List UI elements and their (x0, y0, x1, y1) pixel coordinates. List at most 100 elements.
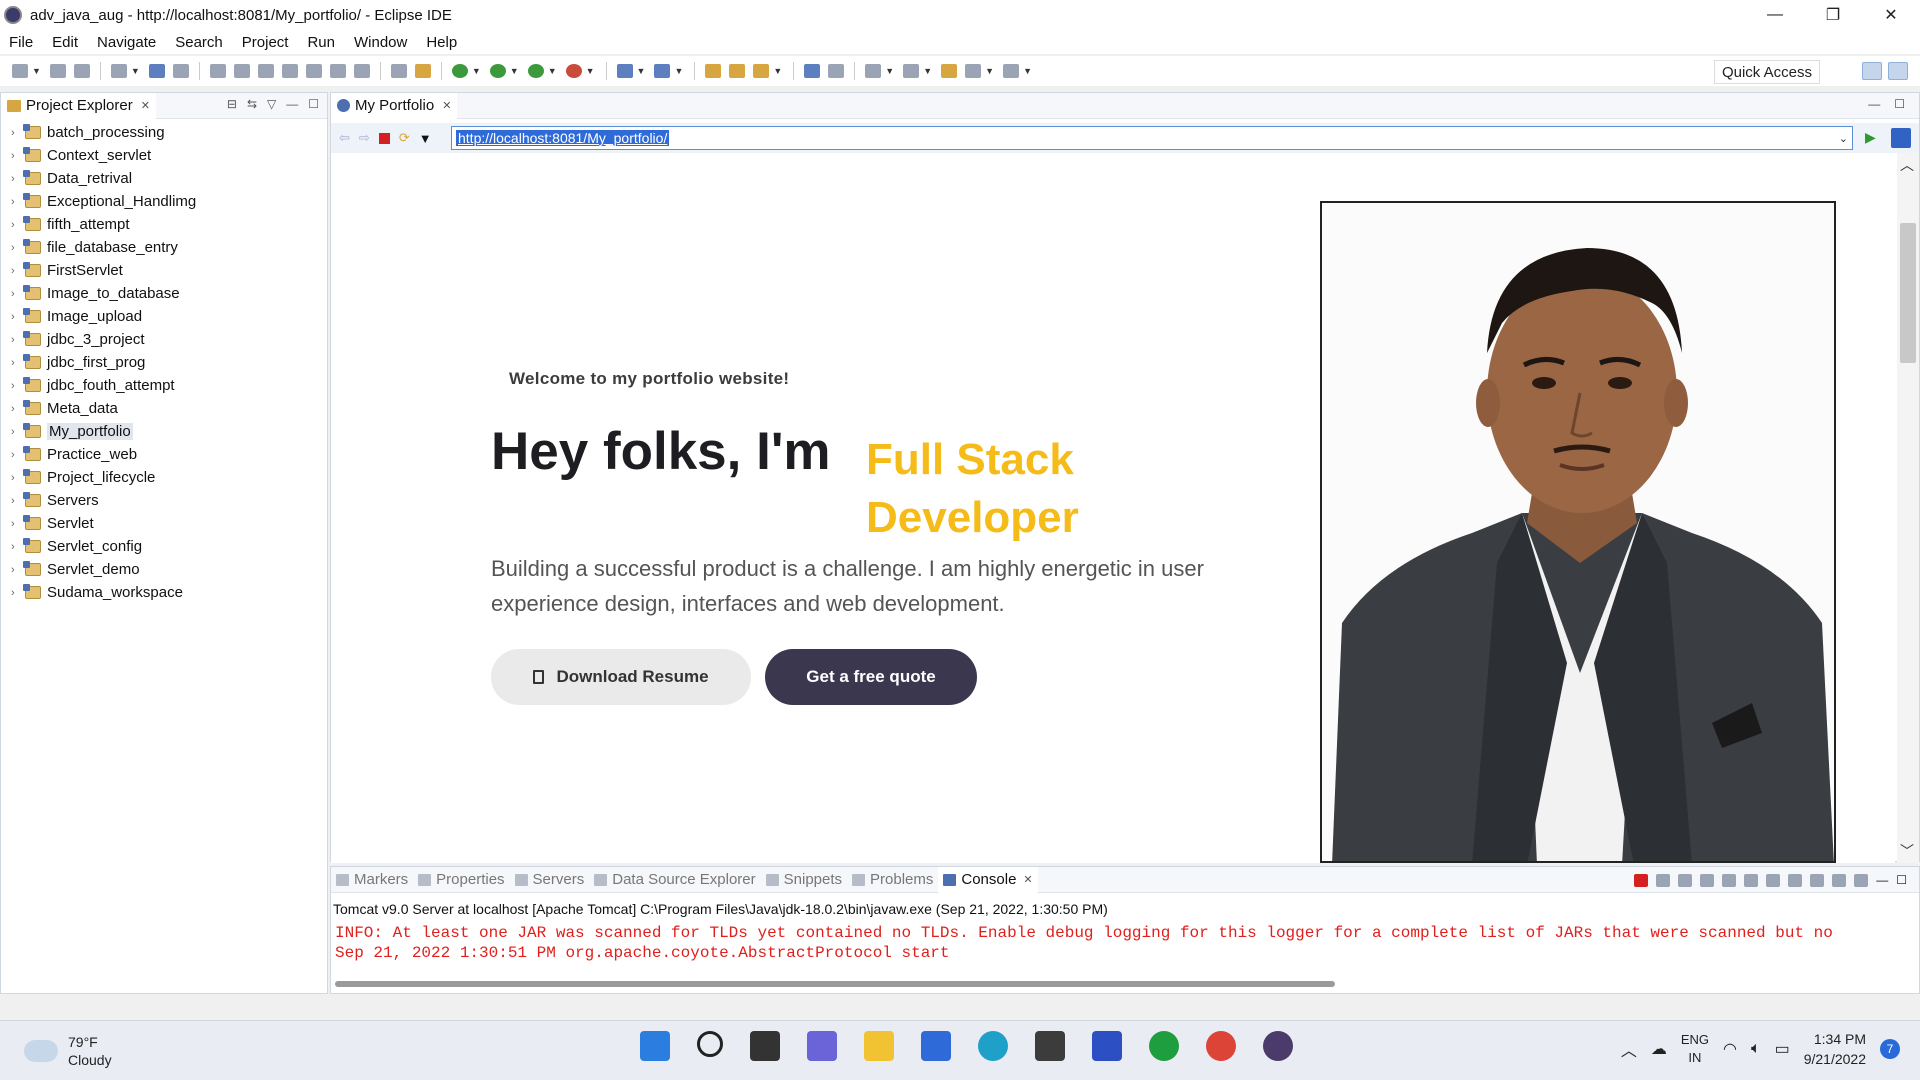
open-console-icon[interactable] (1854, 873, 1869, 887)
remove-all-icon[interactable] (1678, 873, 1693, 887)
console-output[interactable]: INFO: At least one JAR was scanned for T… (335, 923, 1895, 965)
tree-item[interactable]: › Servers (1, 489, 327, 512)
last-edit-icon[interactable] (941, 64, 958, 78)
menu-run[interactable]: Run (307, 34, 335, 51)
run-icon[interactable] (489, 64, 506, 78)
save-all-icon[interactable] (73, 64, 90, 78)
clear-console-icon[interactable] (1700, 873, 1715, 887)
language-indicator[interactable]: ENG IN (1681, 1031, 1709, 1067)
globe-icon[interactable] (804, 64, 821, 78)
scroll-lock-icon[interactable] (1722, 873, 1737, 887)
tree-item[interactable]: › fifth_attempt (1, 213, 327, 236)
tree-item[interactable]: › file_database_entry (1, 236, 327, 259)
close-button[interactable]: ✕ (1862, 0, 1920, 30)
forward-arrow-icon[interactable]: ⇨ (359, 130, 370, 146)
debug-icon[interactable] (451, 64, 468, 78)
menu-file[interactable]: File (9, 34, 33, 51)
minimize-button[interactable]: — (1746, 0, 1804, 30)
chevron-down-icon[interactable]: ▼ (548, 66, 557, 76)
tree-item[interactable]: › Servlet_demo (1, 558, 327, 581)
suspend-icon[interactable] (233, 64, 250, 78)
maximize-icon[interactable]: ☐ (308, 97, 319, 111)
code-icon[interactable] (414, 64, 431, 78)
refresh-icon[interactable]: ⟳ (399, 130, 410, 146)
task-view-icon[interactable] (750, 1031, 780, 1061)
chevron-down-icon[interactable]: ▼ (472, 66, 481, 76)
tree-item[interactable]: › batch_processing (1, 121, 327, 144)
minimize-icon[interactable]: — (1868, 97, 1880, 111)
tree-item[interactable]: › jdbc_3_project (1, 328, 327, 351)
chevron-down-icon[interactable]: ▼ (131, 66, 140, 76)
page-scrollbar[interactable]: ︿ ﹀ (1897, 153, 1919, 863)
show-stderr-icon[interactable] (1788, 873, 1803, 887)
step-return-icon[interactable] (353, 64, 370, 78)
tab-snippets[interactable]: Snippets (761, 867, 847, 893)
teams-chat-icon[interactable] (807, 1031, 837, 1061)
pin-editor-icon[interactable] (828, 64, 845, 78)
chevron-up-icon[interactable]: ︿ (1621, 1037, 1637, 1061)
onedrive-icon[interactable]: ☁ (1651, 1039, 1667, 1059)
menu-edit[interactable]: Edit (52, 34, 78, 51)
chevron-down-icon[interactable]: ▼ (32, 66, 41, 76)
show-stdout-icon[interactable] (1766, 873, 1781, 887)
close-icon[interactable]: ✕ (442, 99, 451, 112)
chevron-up-icon[interactable]: ︿ (1900, 155, 1914, 175)
tab-console[interactable]: Console ✕ (938, 866, 1038, 893)
menu-help[interactable]: Help (426, 34, 457, 51)
coverage-icon[interactable] (527, 64, 544, 78)
go-icon[interactable]: ▶ (1865, 129, 1876, 146)
tab-markers[interactable]: Markers (331, 867, 413, 893)
step-into-icon[interactable] (305, 64, 322, 78)
chevron-down-icon[interactable]: ▼ (674, 66, 683, 76)
chevron-down-icon[interactable]: ▼ (773, 66, 782, 76)
link-editor-icon[interactable]: ⇆ (247, 97, 257, 111)
file-explorer-icon[interactable] (864, 1031, 894, 1061)
open-task-icon[interactable] (729, 64, 746, 78)
word-wrap-icon[interactable] (1744, 873, 1759, 887)
chevron-down-icon[interactable]: ⌄ (1839, 132, 1848, 145)
menu-navigate[interactable]: Navigate (97, 34, 156, 51)
tree-item[interactable]: › Project_lifecycle (1, 466, 327, 489)
chevron-down-icon[interactable]: ▼ (1023, 66, 1032, 76)
new-server-icon[interactable] (616, 64, 633, 78)
tab-project-explorer[interactable]: Project Explorer ✕ (1, 92, 156, 119)
remove-launch-icon[interactable] (1656, 873, 1671, 887)
chevron-down-icon[interactable]: ▼ (637, 66, 646, 76)
xbox-icon[interactable] (1149, 1031, 1179, 1061)
tab-properties[interactable]: Properties (413, 867, 509, 893)
stop-icon[interactable] (378, 132, 390, 144)
clock[interactable]: 1:34 PM 9/21/2022 (1804, 1029, 1866, 1069)
chevron-down-icon[interactable]: ▼ (419, 131, 432, 146)
debug-step-icon[interactable] (172, 64, 189, 78)
disconnect-icon[interactable] (281, 64, 298, 78)
maximize-icon[interactable]: ☐ (1896, 873, 1907, 887)
tab-my-portfolio[interactable]: My Portfolio ✕ (331, 92, 458, 119)
minimize-icon[interactable]: — (286, 97, 298, 111)
new-icon[interactable] (12, 64, 28, 78)
tab-servers[interactable]: Servers (510, 867, 590, 893)
use-step-filters-icon[interactable] (390, 64, 407, 78)
tree-item[interactable]: › Practice_web (1, 443, 327, 466)
tree-item[interactable]: › Meta_data (1, 397, 327, 420)
console-horizontal-scrollbar[interactable] (335, 981, 1335, 987)
open-perspective-icon[interactable] (1862, 62, 1882, 80)
chrome-icon[interactable] (1206, 1031, 1236, 1061)
battery-icon[interactable]: ▭ (1775, 1039, 1790, 1059)
tree-item[interactable]: › jdbc_fouth_attempt (1, 374, 327, 397)
previous-annotation-icon[interactable] (903, 64, 920, 78)
download-resume-button[interactable]: Download Resume (491, 649, 751, 705)
terminate-icon[interactable] (1634, 873, 1649, 887)
tree-item[interactable]: › Sudama_workspace (1, 581, 327, 604)
maximize-icon[interactable]: ☐ (1894, 97, 1905, 111)
skip-breakpoints-icon[interactable] (110, 64, 127, 78)
close-icon[interactable]: ✕ (1023, 873, 1032, 886)
tree-item[interactable]: › jdbc_first_prog (1, 351, 327, 374)
edge-icon[interactable] (978, 1031, 1008, 1061)
tree-item-selected[interactable]: › My_portfolio (1, 420, 327, 443)
external-tools-icon[interactable] (565, 64, 582, 78)
terminal-icon[interactable] (148, 64, 165, 78)
pin-console-icon[interactable] (1810, 873, 1825, 887)
tree-item[interactable]: › Exceptional_Handlimg (1, 190, 327, 213)
java-ee-perspective-icon[interactable] (1888, 62, 1908, 80)
forward-icon[interactable] (1003, 64, 1020, 78)
